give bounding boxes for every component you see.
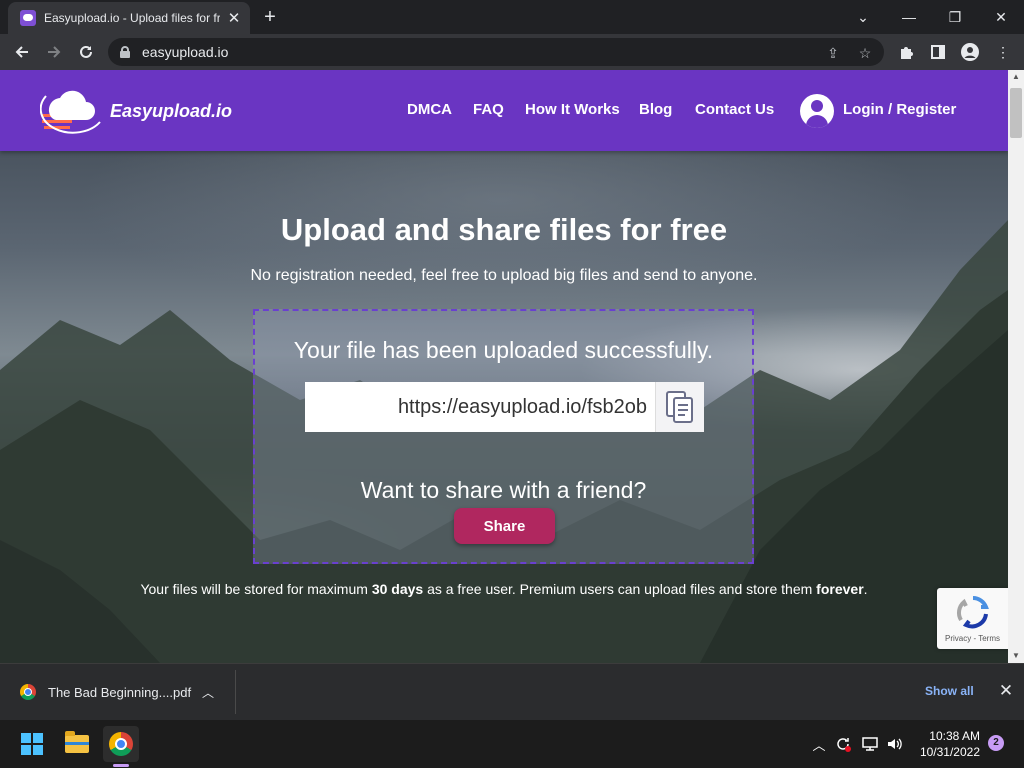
easyupload-favicon-icon (20, 10, 36, 26)
page-title: Upload and share files for free (280, 212, 728, 247)
extensions-puzzle-icon[interactable] (896, 42, 916, 62)
volume-icon[interactable] (885, 734, 905, 754)
share-page-icon[interactable]: ⇪ (824, 44, 842, 62)
system-clock[interactable]: 10:38 AM 10/31/2022 (910, 728, 980, 760)
back-button[interactable] (8, 38, 36, 66)
chrome-taskbar-button[interactable] (103, 726, 139, 762)
page-viewport: Easyupload.io DMCA FAQ How It Works Blog… (0, 70, 1008, 663)
network-icon[interactable] (860, 734, 880, 754)
url-text: easyupload.io (142, 44, 229, 60)
copy-document-icon (666, 391, 693, 423)
copy-link-button[interactable] (655, 382, 704, 432)
show-all-downloads-link[interactable]: Show all (925, 684, 974, 698)
tray-overflow-chevron-icon[interactable]: ︿ (809, 734, 829, 754)
file-link-field[interactable]: https://easyupload.io/fsb2ob (305, 382, 655, 432)
chevron-up-icon[interactable]: ︿ (202, 684, 214, 701)
download-item[interactable]: The Bad Beginning....pdf ︿ (0, 670, 236, 714)
scroll-down-arrow-icon[interactable]: ▼ (1008, 649, 1024, 663)
chrome-file-icon (20, 684, 36, 700)
scrollbar-thumb[interactable] (1010, 88, 1022, 138)
minimize-button[interactable]: — (886, 0, 932, 34)
download-bar: The Bad Beginning....pdf ︿ Show all ✕ (0, 663, 1024, 720)
storage-note: Your files will be stored for maximum 30… (0, 581, 1008, 597)
browser-toolbar: easyupload.io ⇪ ☆ ⋮ (0, 34, 1024, 70)
tab-close-icon[interactable]: ✕ (226, 9, 242, 27)
close-download-bar-icon[interactable]: ✕ (996, 681, 1016, 701)
back-arrow-icon (15, 46, 28, 58)
windows-taskbar: ︿ 10:38 AM 10/31/2022 2 (0, 720, 1024, 768)
site-logo[interactable]: Easyupload.io (40, 84, 240, 138)
browser-tab[interactable]: Easyupload.io - Upload files for free ✕ (8, 2, 250, 34)
forward-arrow-icon (48, 46, 61, 58)
notification-badge[interactable]: 2 (988, 735, 1004, 751)
profile-icon[interactable] (960, 42, 980, 62)
nav-blog[interactable]: Blog (639, 101, 672, 118)
page-subtitle: No registration needed, feel free to upl… (250, 267, 758, 284)
file-link-text: https://easyupload.io/fsb2ob (397, 395, 647, 418)
address-bar[interactable]: easyupload.io ⇪ ☆ (108, 38, 884, 66)
site-header: Easyupload.io DMCA FAQ How It Works Blog… (0, 70, 1008, 151)
chrome-icon (109, 732, 133, 756)
start-button[interactable] (14, 726, 50, 762)
logo-text: Easyupload.io (110, 100, 233, 121)
recaptcha-badge[interactable]: Privacy - Terms (937, 588, 1008, 649)
new-tab-button[interactable]: + (258, 5, 282, 29)
upload-success-message: Your file has been uploaded successfully… (293, 337, 714, 363)
page-scrollbar[interactable]: ▲ ▼ (1008, 70, 1024, 663)
tab-title: Easyupload.io - Upload files for free (44, 11, 220, 25)
reload-icon (80, 45, 92, 58)
user-avatar-icon[interactable] (800, 94, 834, 128)
reload-button[interactable] (72, 38, 100, 66)
side-panel-icon[interactable] (928, 42, 948, 62)
active-app-indicator (113, 764, 129, 767)
recaptcha-privacy-terms[interactable]: Privacy - Terms (937, 634, 1008, 643)
file-explorer-icon (65, 731, 89, 753)
forward-button[interactable] (40, 38, 68, 66)
storage-forever: forever (816, 581, 864, 597)
tab-strip: Easyupload.io - Upload files for free ✕ … (0, 0, 1024, 34)
clock-time: 10:38 AM (929, 729, 980, 743)
nav-dmca[interactable]: DMCA (407, 101, 452, 118)
clock-date: 10/31/2022 (919, 745, 980, 759)
sync-status-icon[interactable] (833, 734, 853, 754)
more-menu-icon[interactable]: ⋮ (993, 42, 1013, 62)
scroll-up-arrow-icon[interactable]: ▲ (1008, 70, 1024, 84)
share-button[interactable]: Share (454, 508, 555, 544)
cloud-logo-icon (40, 90, 101, 134)
upload-result-panel: Your file has been uploaded successfully… (253, 309, 754, 564)
recaptcha-icon (957, 596, 989, 629)
nav-how-it-works[interactable]: How It Works (525, 101, 620, 118)
lock-icon[interactable] (120, 46, 130, 58)
close-window-button[interactable]: ✕ (978, 0, 1024, 34)
storage-note-middle: as a free user. Premium users can upload… (423, 581, 817, 597)
nav-contact-us[interactable]: Contact Us (695, 101, 774, 118)
share-question: Want to share with a friend? (360, 477, 647, 503)
storage-days: 30 days (371, 581, 424, 597)
bookmark-star-icon[interactable]: ☆ (856, 44, 874, 62)
file-explorer-button[interactable] (59, 726, 95, 762)
nav-faq[interactable]: FAQ (473, 101, 504, 118)
tab-search-button[interactable]: ⌄ (840, 0, 886, 34)
download-file-name: The Bad Beginning....pdf (48, 684, 192, 700)
maximize-button[interactable]: ❐ (932, 0, 978, 34)
login-register-link[interactable]: Login / Register (843, 101, 956, 118)
storage-note-suffix: . (863, 581, 868, 597)
storage-note-prefix: Your files will be stored for maximum (140, 581, 372, 597)
windows-start-icon (21, 733, 43, 755)
